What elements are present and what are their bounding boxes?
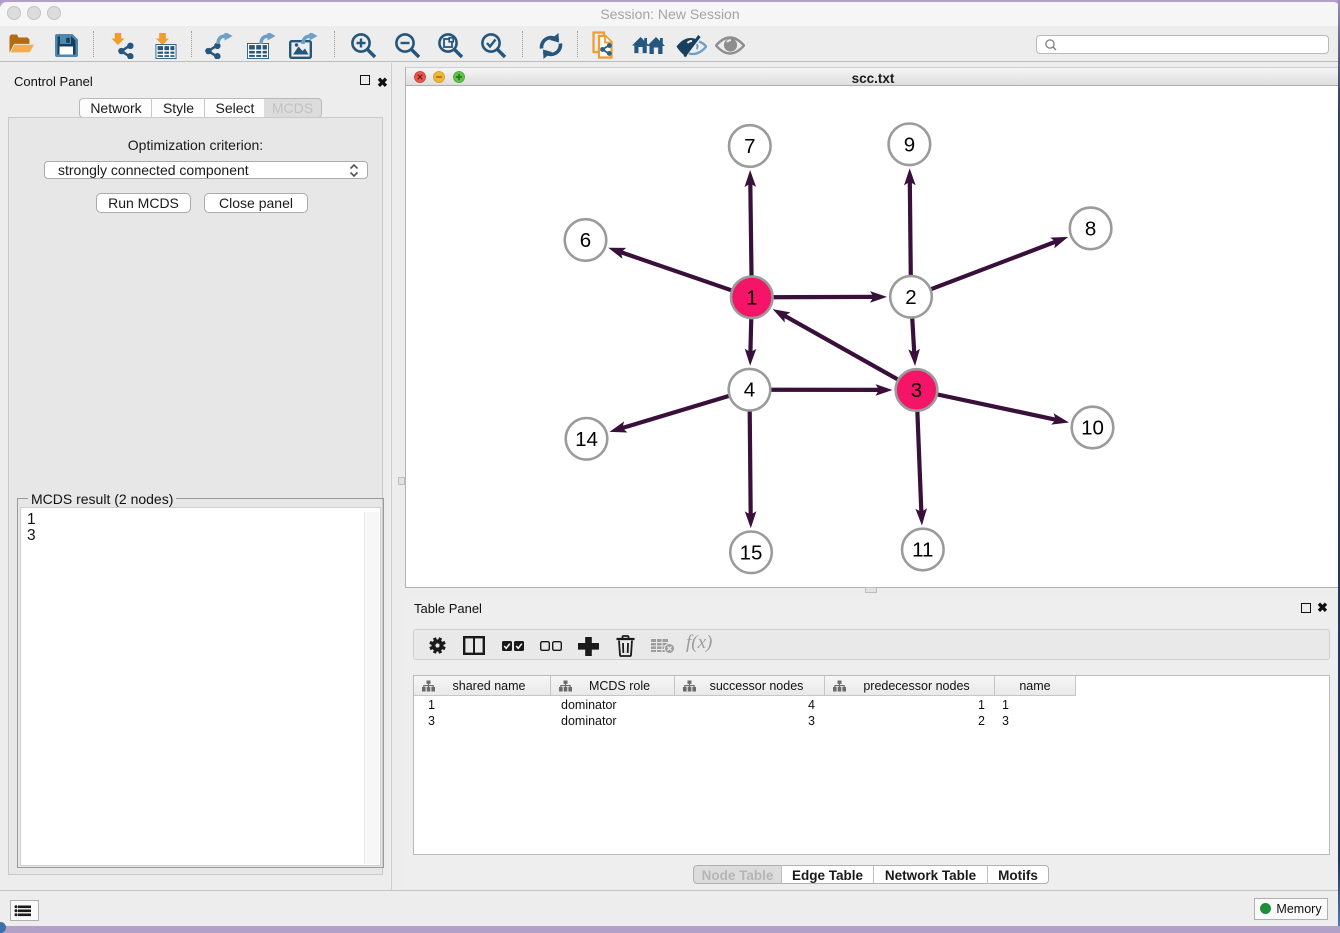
svg-text:9: 9 bbox=[904, 133, 915, 156]
svg-text:2: 2 bbox=[905, 286, 916, 309]
svg-text:10: 10 bbox=[1081, 417, 1104, 440]
svg-text:15: 15 bbox=[740, 541, 763, 564]
svg-text:11: 11 bbox=[912, 539, 933, 562]
svg-text:8: 8 bbox=[1085, 217, 1096, 240]
svg-text:7: 7 bbox=[744, 135, 755, 158]
svg-text:14: 14 bbox=[575, 428, 598, 451]
svg-text:1: 1 bbox=[746, 286, 757, 309]
svg-text:3: 3 bbox=[911, 379, 922, 402]
svg-text:4: 4 bbox=[744, 379, 755, 402]
svg-text:6: 6 bbox=[580, 229, 591, 252]
